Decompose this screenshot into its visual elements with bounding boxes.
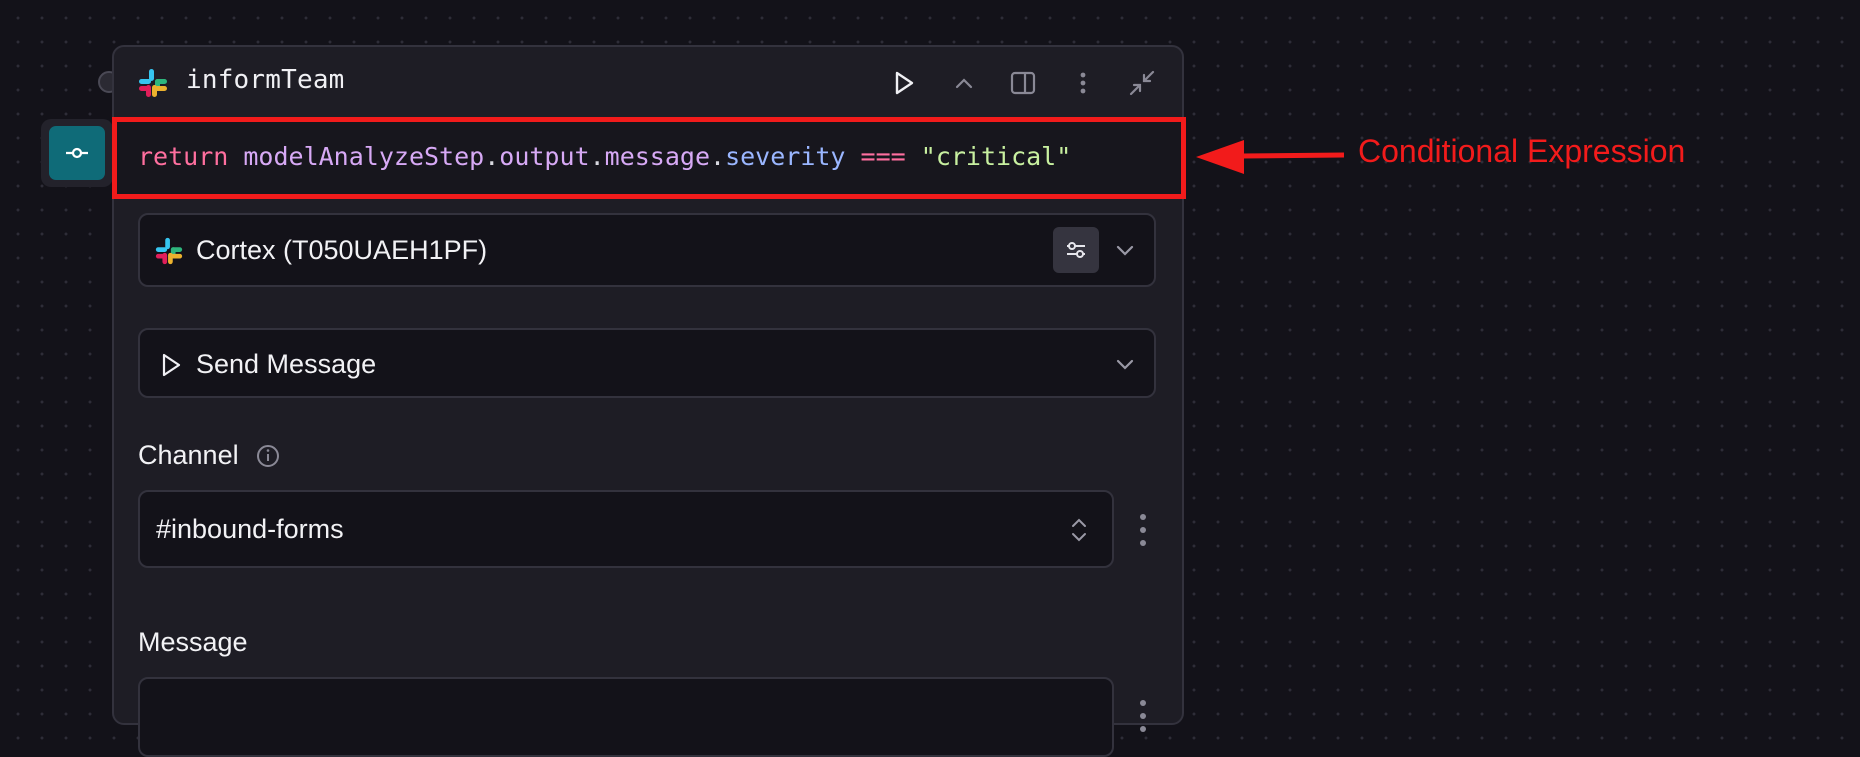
- message-label: Message: [138, 627, 248, 657]
- play-icon: [162, 353, 181, 377]
- action-label: Send Message: [196, 349, 377, 379]
- node-title[interactable]: informTeam: [186, 65, 345, 95]
- connection-settings-button[interactable]: [1053, 227, 1099, 273]
- sliders-icon: [1067, 242, 1085, 258]
- chevron-up-down-icon: [1072, 518, 1086, 542]
- channel-more-icon[interactable]: [1138, 513, 1148, 547]
- node-header: informTeam: [114, 47, 1182, 119]
- side-panel-icon[interactable]: [1007, 67, 1039, 99]
- condition-handle[interactable]: [41, 119, 113, 187]
- slack-icon: [155, 237, 183, 265]
- channel-value: #inbound-forms: [156, 514, 344, 544]
- more-vertical-icon[interactable]: [1067, 67, 1099, 99]
- connection-label: Cortex (T050UAEH1PF): [196, 235, 488, 265]
- annotation-arrow: [1196, 140, 1345, 174]
- annotation-highlight-box: [112, 117, 1186, 199]
- info-icon[interactable]: [256, 444, 280, 468]
- slack-icon: [139, 69, 167, 97]
- run-icon[interactable]: [888, 67, 920, 99]
- minimize-icon[interactable]: [1126, 67, 1158, 99]
- channel-select[interactable]: #inbound-forms: [138, 490, 1114, 568]
- collapse-up-icon[interactable]: [948, 67, 980, 99]
- action-select[interactable]: Send Message: [138, 328, 1156, 398]
- message-input[interactable]: [138, 677, 1114, 757]
- connection-select[interactable]: Cortex (T050UAEH1PF): [138, 213, 1156, 287]
- chevron-down-icon[interactable]: [1114, 243, 1136, 257]
- annotation-label: Conditional Expression: [1358, 133, 1686, 169]
- condition-icon: [49, 126, 105, 180]
- message-more-icon[interactable]: [1138, 699, 1148, 733]
- chevron-down-icon[interactable]: [1114, 357, 1136, 371]
- channel-label: Channel: [138, 440, 239, 470]
